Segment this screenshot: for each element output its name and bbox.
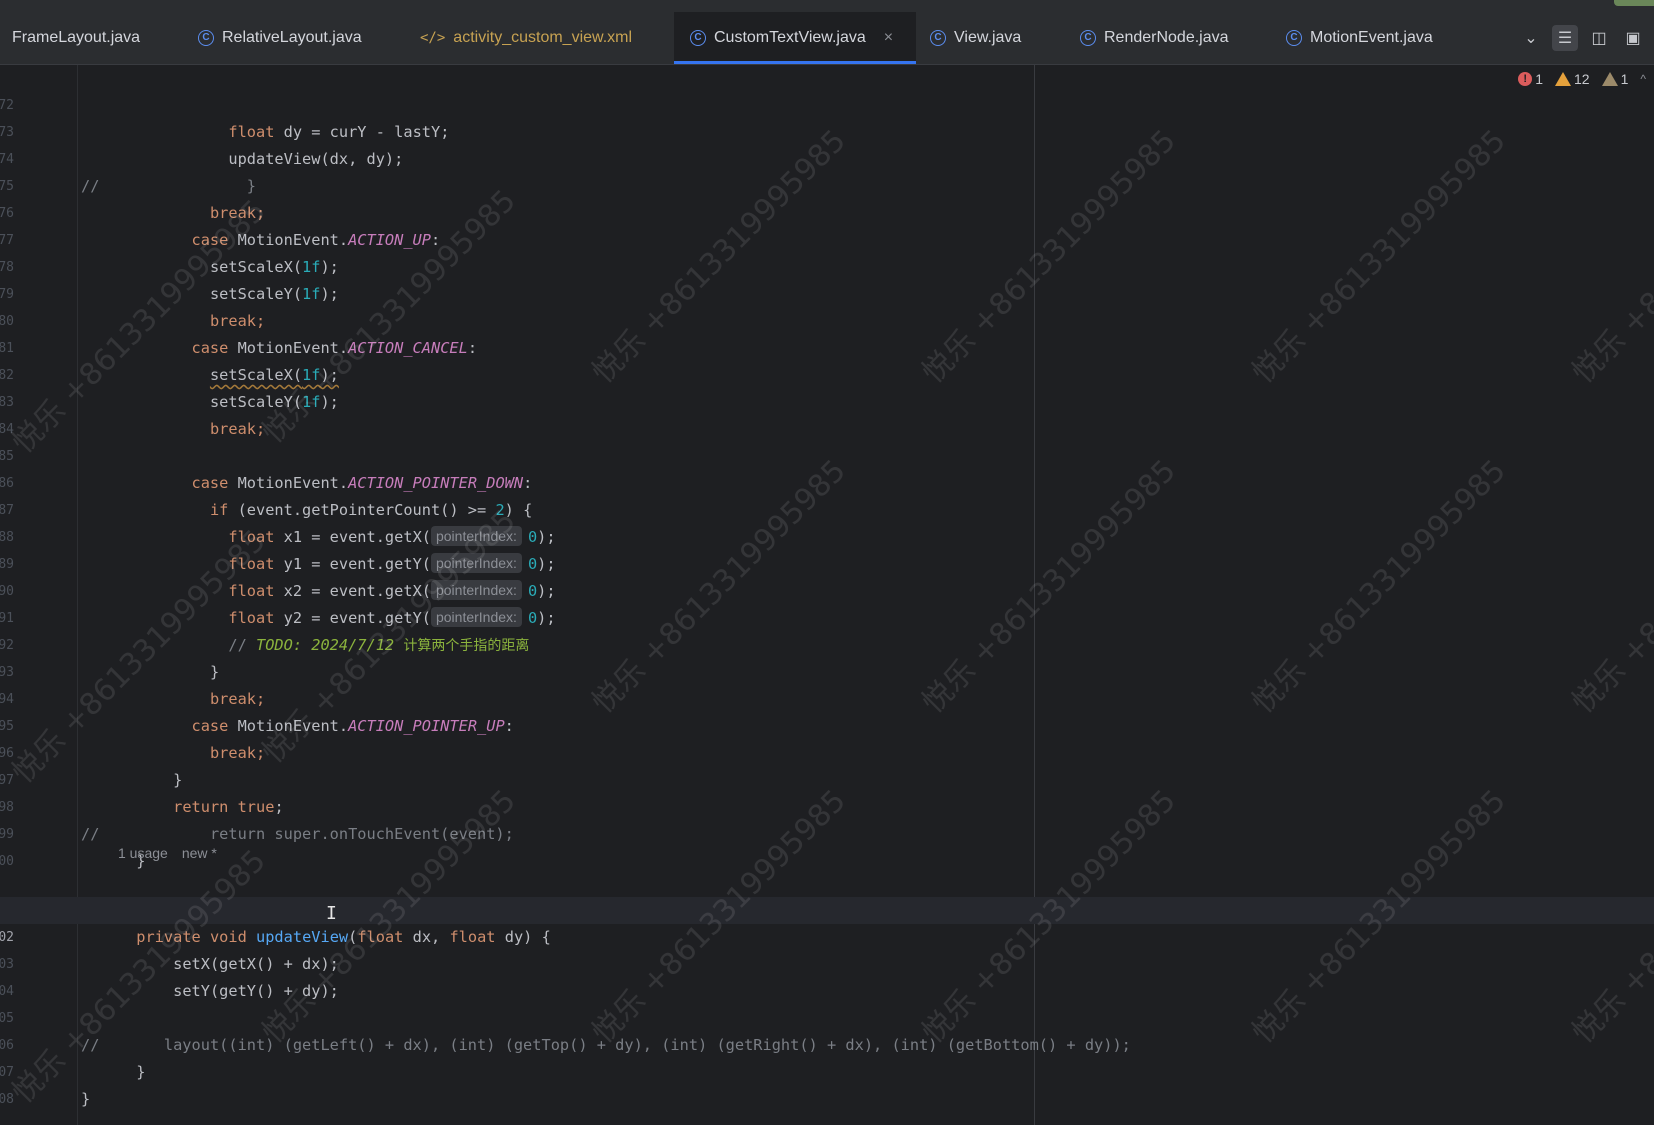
code-line[interactable]: 87 float x1 = event.getX(pointerIndex: 0)… — [0, 470, 1654, 546]
code-line[interactable]: 78 setScaleY(1f); — [0, 227, 1654, 303]
code-line[interactable]: 89 float x2 = event.getX(pointerIndex: 0)… — [0, 524, 1654, 600]
tab-label: MotionEvent.java — [1310, 29, 1433, 46]
code-line[interactable]: 72 float dy = curY - lastY; — [0, 65, 1654, 141]
class-icon: C — [198, 30, 214, 46]
class-icon: C — [1286, 30, 1302, 46]
tab-framelayout[interactable]: FrameLayout.java — [0, 12, 202, 64]
code-editor[interactable]: ! 1 12 1 ^ 72 float dy = curY - lastY; 73… — [0, 65, 1654, 1125]
class-icon: C — [690, 30, 706, 46]
code-line[interactable]: 88 float y1 = event.getY(pointerIndex: 0)… — [0, 497, 1654, 573]
code-line[interactable]: 75 break; — [0, 146, 1654, 222]
code-line-current[interactable]: 102 setX(getX() + dx); — [0, 897, 1654, 973]
code-line[interactable]: 86 if (event.getPointerCount() >= 2) { — [0, 443, 1654, 519]
code-line[interactable]: 104 — [0, 951, 1654, 999]
tab-view[interactable]: C View.java — [930, 12, 1050, 64]
code-line[interactable]: 107 } — [0, 1032, 1654, 1108]
code-line[interactable]: 85 case MotionEvent.ACTION_POINTER_DOWN: — [0, 416, 1654, 492]
code-line[interactable]: 93 break; — [0, 632, 1654, 708]
code-line[interactable]: 73 updateView(dx, dy); — [0, 92, 1654, 168]
code-line[interactable]: 77 setScaleX(1f); — [0, 200, 1654, 276]
window-top-strip — [0, 0, 1654, 12]
code-line[interactable]: 95 break; — [0, 686, 1654, 762]
editor-tabbar: FrameLayout.java C RelativeLayout.java <… — [0, 12, 1654, 65]
code-line[interactable]: 100 — [0, 821, 1654, 869]
code-text: } — [81, 1090, 91, 1108]
tab-label: RelativeLayout.java — [222, 29, 362, 46]
tab-label: CustomTextView.java — [714, 29, 866, 46]
code-line[interactable]: 91 // TODO: 2024/7/12 计算两个手指的距离 — [0, 578, 1654, 654]
code-line[interactable]: 80 case MotionEvent.ACTION_CANCEL: — [0, 281, 1654, 357]
code-line[interactable]: 106 } — [0, 1005, 1654, 1081]
class-icon: C — [1080, 30, 1096, 46]
usage-inlay-hint[interactable]: 1 usage new * — [118, 845, 217, 861]
code-line[interactable]: 79 break; — [0, 254, 1654, 330]
tab-label: activity_custom_view.xml — [453, 29, 633, 46]
tabbar-tools: ⌄ ☰ ◫ ▣ — [1518, 12, 1654, 64]
split-view-icon[interactable]: ◫ — [1586, 25, 1612, 51]
code-line[interactable]: 103 setY(getY() + dy); — [0, 924, 1654, 1000]
code-line[interactable]: 98 // return super.onTouchEvent(event); — [0, 767, 1654, 843]
code-line[interactable]: 101 private void updateView(float dx, fl… — [0, 870, 1654, 946]
tab-label: FrameLayout.java — [12, 29, 141, 46]
line-number: 108 — [0, 1092, 14, 1107]
code-line[interactable]: 76 case MotionEvent.ACTION_UP: — [0, 173, 1654, 249]
preview-view-icon[interactable]: ▣ — [1620, 25, 1646, 51]
code-line[interactable]: 94 case MotionEvent.ACTION_POINTER_UP: — [0, 659, 1654, 735]
code-line[interactable]: 97 return true; — [0, 740, 1654, 816]
code-line[interactable]: 74 // } — [0, 119, 1654, 195]
code-line[interactable]: 105 // layout((int) (getLeft() + dx), (i… — [0, 978, 1654, 1054]
tab-rendernode[interactable]: C RenderNode.java — [1080, 12, 1250, 64]
author-hint: new * — [181, 845, 217, 861]
usage-count[interactable]: 1 usage — [118, 845, 168, 861]
code-line[interactable]: 96 } — [0, 713, 1654, 789]
status-chip — [1614, 0, 1654, 6]
code-line[interactable]: 90 float y2 = event.getY(pointerIndex: 0)… — [0, 551, 1654, 627]
code-line[interactable]: 84 — [0, 389, 1654, 437]
tab-label: View.java — [954, 29, 1022, 46]
tab-motionevent[interactable]: C MotionEvent.java — [1286, 12, 1456, 64]
close-icon[interactable]: × — [884, 29, 893, 47]
code-line[interactable]: 108 — [0, 1059, 1654, 1107]
class-icon: C — [930, 30, 946, 46]
code-line[interactable]: 83 break; — [0, 362, 1654, 438]
code-view-icon[interactable]: ☰ — [1552, 25, 1578, 51]
xml-icon: </> — [420, 30, 446, 46]
tab-label: RenderNode.java — [1104, 29, 1229, 46]
tab-customtextview[interactable]: C CustomTextView.java × — [674, 12, 916, 64]
tab-relativelayout[interactable]: C RelativeLayout.java — [198, 12, 398, 64]
code-line[interactable]: 92 } — [0, 605, 1654, 681]
tab-activity-custom-view[interactable]: </> activity_custom_view.xml — [420, 12, 660, 64]
text-cursor-icon: I — [326, 903, 337, 924]
code-line[interactable]: 99 } — [0, 794, 1654, 870]
tabs-overflow-chevron-icon[interactable]: ⌄ — [1518, 25, 1544, 51]
code-line[interactable]: 81 setScaleX(1f); — [0, 308, 1654, 384]
code-line[interactable]: 82 setScaleY(1f); — [0, 335, 1654, 411]
